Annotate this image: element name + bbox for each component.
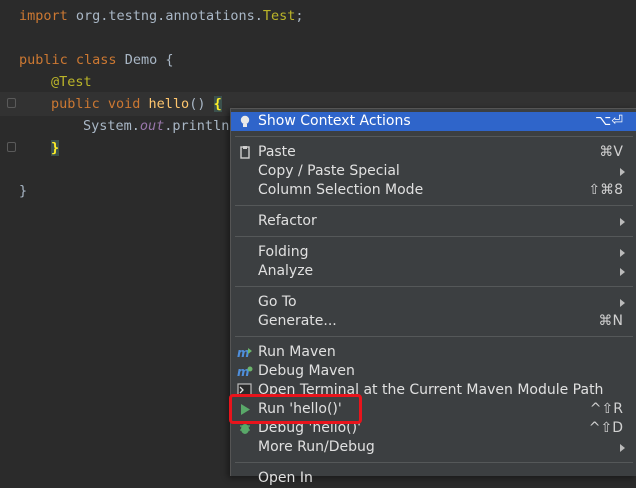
matched-brace: { bbox=[213, 96, 222, 112]
submenu-arrow-icon bbox=[620, 444, 625, 452]
code-line-4[interactable]: @Test bbox=[51, 71, 92, 93]
submenu-arrow-icon bbox=[620, 218, 625, 226]
fold-marker-icon[interactable] bbox=[7, 142, 16, 152]
code-line-6[interactable]: System.out.println( bbox=[83, 115, 237, 137]
code-line-1[interactable]: import org.testng.annotations.Test; bbox=[19, 5, 304, 27]
submenu-arrow-icon bbox=[620, 168, 625, 176]
matched-brace: } bbox=[51, 140, 60, 156]
menu-item-paste[interactable]: Paste ⌘V bbox=[231, 143, 636, 162]
menu-item-run-maven[interactable]: m Run Maven bbox=[231, 343, 636, 362]
submenu-arrow-icon bbox=[620, 268, 625, 276]
menu-separator bbox=[235, 136, 633, 137]
code-line-3[interactable]: public class Demo { bbox=[19, 49, 173, 71]
class-name: Demo { bbox=[116, 52, 174, 68]
menu-separator bbox=[235, 205, 633, 206]
closing-brace: } bbox=[19, 183, 28, 199]
code-text: System. bbox=[83, 118, 140, 134]
test-annotation: @Test bbox=[51, 74, 92, 90]
code-line-5[interactable]: public void hello() { bbox=[51, 93, 222, 115]
menu-item-more-run-debug[interactable]: More Run/Debug bbox=[231, 438, 636, 457]
fold-marker-icon[interactable] bbox=[7, 98, 16, 108]
menu-item-generate[interactable]: Generate... ⌘N bbox=[231, 312, 636, 331]
svg-text:m: m bbox=[237, 346, 250, 360]
menu-separator bbox=[235, 236, 633, 237]
clipboard-icon bbox=[237, 145, 253, 160]
method-name: hello bbox=[140, 96, 190, 112]
package-text: org.testng.annotations. bbox=[67, 8, 263, 24]
maven-icon: m bbox=[237, 345, 253, 360]
semicolon: ; bbox=[295, 8, 304, 24]
menu-separator bbox=[235, 462, 633, 463]
keyword: class bbox=[67, 52, 117, 68]
code-text: .println( bbox=[164, 118, 238, 134]
menu-item-column-selection-mode[interactable]: Column Selection Mode ⇧⌘8 bbox=[231, 181, 636, 200]
code-line-7[interactable]: } bbox=[51, 137, 60, 159]
annotation-name: Test bbox=[262, 8, 296, 24]
keyword: void bbox=[99, 96, 141, 112]
menu-item-debug-maven[interactable]: m Debug Maven bbox=[231, 362, 636, 381]
static-field: out bbox=[139, 118, 165, 134]
submenu-arrow-icon bbox=[620, 249, 625, 257]
menu-item-copy-paste-special[interactable]: Copy / Paste Special bbox=[231, 162, 636, 181]
submenu-arrow-icon bbox=[620, 299, 625, 307]
bulb-icon bbox=[237, 114, 253, 129]
menu-item-folding[interactable]: Folding bbox=[231, 243, 636, 262]
menu-item-analyze[interactable]: Analyze bbox=[231, 262, 636, 281]
svg-text:m: m bbox=[237, 365, 250, 379]
menu-item-open-in[interactable]: Open In bbox=[231, 469, 636, 488]
menu-separator bbox=[235, 286, 633, 287]
method-params: () bbox=[189, 96, 214, 112]
keyword: public bbox=[51, 96, 100, 112]
menu-item-show-context-actions[interactable]: Show Context Actions ⌥⏎ bbox=[231, 112, 636, 131]
menu-separator bbox=[235, 336, 633, 337]
code-line-9[interactable]: } bbox=[19, 180, 27, 202]
menu-item-refactor[interactable]: Refactor bbox=[231, 212, 636, 231]
maven-debug-icon: m bbox=[237, 364, 253, 379]
menu-item-go-to[interactable]: Go To bbox=[231, 293, 636, 312]
keyword: public bbox=[19, 52, 68, 68]
keyword: import bbox=[19, 8, 68, 24]
red-highlight-annotation bbox=[229, 394, 362, 424]
